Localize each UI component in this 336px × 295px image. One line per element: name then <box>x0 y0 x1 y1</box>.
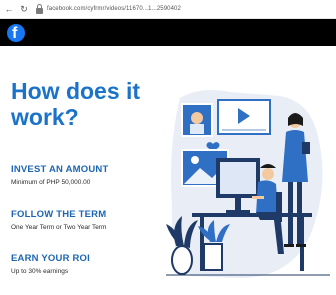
facebook-top-bar: f <box>0 19 336 46</box>
step-3-subtitle: Up to 30% earnings <box>11 268 69 275</box>
browser-address-bar: ← ↻ facebook.com/cyfrmr/videos/11670...1… <box>0 0 336 19</box>
vase-left <box>171 245 193 275</box>
step-1-title: INVEST AN AMOUNT <box>11 164 109 175</box>
standing-person <box>282 130 308 182</box>
facebook-logo-letter: f <box>12 25 18 42</box>
step-2-subtitle: One Year Term or Two Year Term <box>11 224 107 231</box>
office-illustration <box>166 90 330 278</box>
lock-icon[interactable] <box>35 4 44 14</box>
facebook-logo-icon[interactable]: f <box>7 24 25 42</box>
step-1-subtitle: Minimum of PHP 50,000.00 <box>11 179 91 186</box>
url-text[interactable]: facebook.com/cyfrmr/videos/11670...1...2… <box>47 6 181 12</box>
back-arrow-icon[interactable]: ← <box>3 2 15 16</box>
page-title: How does it work? <box>11 78 141 130</box>
desk <box>192 213 312 217</box>
vase-center <box>203 243 223 271</box>
step-3-title: EARN YOUR ROI <box>11 253 90 264</box>
step-2-title: FOLLOW THE TERM <box>11 209 107 220</box>
reload-icon[interactable]: ↻ <box>18 2 30 16</box>
